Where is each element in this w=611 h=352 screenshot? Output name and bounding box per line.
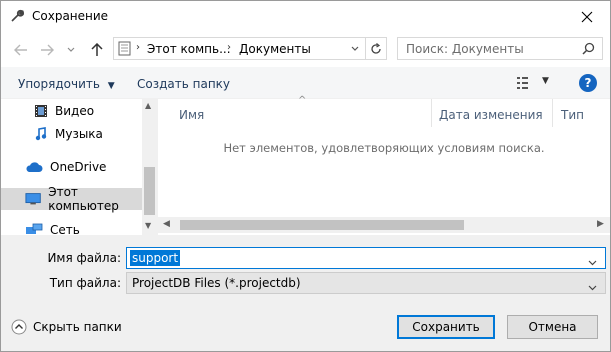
hide-folders-label: Скрыть папки xyxy=(33,320,122,334)
close-button[interactable] xyxy=(564,1,610,33)
refresh-button[interactable] xyxy=(365,38,386,59)
close-icon xyxy=(581,11,593,23)
breadcrumb-separator-icon: › xyxy=(227,42,231,53)
column-header-date[interactable]: Дата изменения xyxy=(439,108,543,122)
filename-label: Имя файла: xyxy=(47,251,121,265)
back-button[interactable] xyxy=(11,40,31,60)
search-icon[interactable] xyxy=(582,42,595,58)
caret-down-icon: ▼ xyxy=(107,81,115,91)
column-divider[interactable] xyxy=(552,99,553,127)
hide-folders-button[interactable]: Скрыть папки xyxy=(11,319,122,335)
column-header-name[interactable]: Имя xyxy=(179,108,204,122)
sidebar-item-label: Музыка xyxy=(55,127,103,141)
filetype-value: ProjectDB Files (*.projectdb) xyxy=(132,276,301,290)
scroll-left-icon[interactable]: ◀ xyxy=(163,219,170,229)
scrollbar-thumb[interactable] xyxy=(180,220,464,230)
chevron-down-icon xyxy=(67,47,75,52)
sidebar-item-this-pc[interactable]: Этот компьютер xyxy=(1,185,142,213)
arrow-up-icon xyxy=(91,43,103,56)
column-header-type[interactable]: Тип xyxy=(561,108,584,122)
organize-button[interactable]: Упорядочить ▼ xyxy=(18,77,115,91)
arrow-right-icon xyxy=(41,44,54,56)
column-divider[interactable] xyxy=(431,99,432,127)
new-folder-button[interactable]: Создать папку xyxy=(137,77,230,91)
title-bar: Сохранение xyxy=(1,1,610,33)
chevron-up-circle-icon xyxy=(11,319,27,335)
sidebar-scrollbar[interactable]: ▲ ▼ xyxy=(142,99,157,235)
forward-button[interactable] xyxy=(37,40,57,60)
navigation-pane: Видео Музыка OneDrive Этот компьютер Сет… xyxy=(1,99,157,235)
sidebar-item-label: Видео xyxy=(55,104,95,118)
sidebar-item-label: Сеть xyxy=(50,223,80,235)
scroll-right-icon[interactable]: ▶ xyxy=(597,219,604,229)
sidebar-item-network[interactable]: Сеть xyxy=(1,219,142,235)
filetype-select[interactable]: ProjectDB Files (*.projectdb) xyxy=(126,272,606,294)
refresh-icon xyxy=(371,42,381,54)
film-icon xyxy=(35,105,47,117)
scrollbar-thumb[interactable] xyxy=(144,167,155,215)
view-options-icon[interactable] xyxy=(517,77,533,92)
window-title: Сохранение xyxy=(32,9,109,23)
recent-locations-button[interactable] xyxy=(61,40,81,60)
chevron-down-icon xyxy=(588,280,597,294)
sidebar-item-video[interactable]: Видео xyxy=(1,100,142,122)
breadcrumb-separator-icon: › xyxy=(136,42,140,53)
network-icon xyxy=(26,223,43,234)
chevron-down-icon xyxy=(351,46,359,51)
scroll-down-icon[interactable]: ▼ xyxy=(145,221,151,230)
file-list-scrollbar[interactable]: ◀ ▶ xyxy=(158,217,610,233)
navigation-bar: › Этот компь... › Документы Поиск: Докум… xyxy=(1,33,610,67)
scroll-up-icon[interactable]: ▲ xyxy=(145,101,151,110)
breadcrumb-computer[interactable]: Этот компь... xyxy=(147,42,231,56)
app-icon xyxy=(9,8,25,24)
search-input[interactable]: Поиск: Документы xyxy=(406,42,524,56)
cancel-button[interactable]: Отмена xyxy=(507,315,598,339)
sidebar-item-label: Этот компьютер xyxy=(48,185,119,213)
caret-down-icon[interactable]: ▼ xyxy=(542,76,549,86)
folder-icon xyxy=(118,41,132,59)
sidebar-item-music[interactable]: Музыка xyxy=(1,123,142,145)
computer-icon xyxy=(25,193,41,205)
filetype-label: Тип файла: xyxy=(49,276,121,290)
cloud-icon xyxy=(26,162,43,172)
breadcrumb-documents[interactable]: Документы xyxy=(239,42,311,56)
save-button[interactable]: Сохранить xyxy=(397,315,495,339)
arrow-left-icon xyxy=(14,44,27,56)
empty-message: Нет элементов, удовлетворяющих условиям … xyxy=(223,141,545,155)
organize-label: Упорядочить xyxy=(18,77,100,91)
sidebar-item-label: OneDrive xyxy=(50,160,107,174)
address-history-button[interactable] xyxy=(346,38,364,59)
up-button[interactable] xyxy=(87,40,107,60)
search-box[interactable]: Поиск: Документы xyxy=(397,37,603,60)
help-icon[interactable]: ? xyxy=(579,74,597,92)
chevron-down-icon[interactable] xyxy=(588,255,597,269)
sidebar-item-onedrive[interactable]: OneDrive xyxy=(1,156,142,178)
file-list: ^ Имя Дата изменения Тип Нет элементов, … xyxy=(158,95,610,235)
save-dialog: Сохранение › Этот компь... › Документы П… xyxy=(0,0,611,352)
filename-value: support xyxy=(130,250,181,266)
music-icon xyxy=(35,127,47,141)
address-bar[interactable]: › Этот компь... › Документы xyxy=(113,37,387,60)
sort-up-icon: ^ xyxy=(298,95,307,106)
filename-input[interactable]: support xyxy=(126,247,606,269)
